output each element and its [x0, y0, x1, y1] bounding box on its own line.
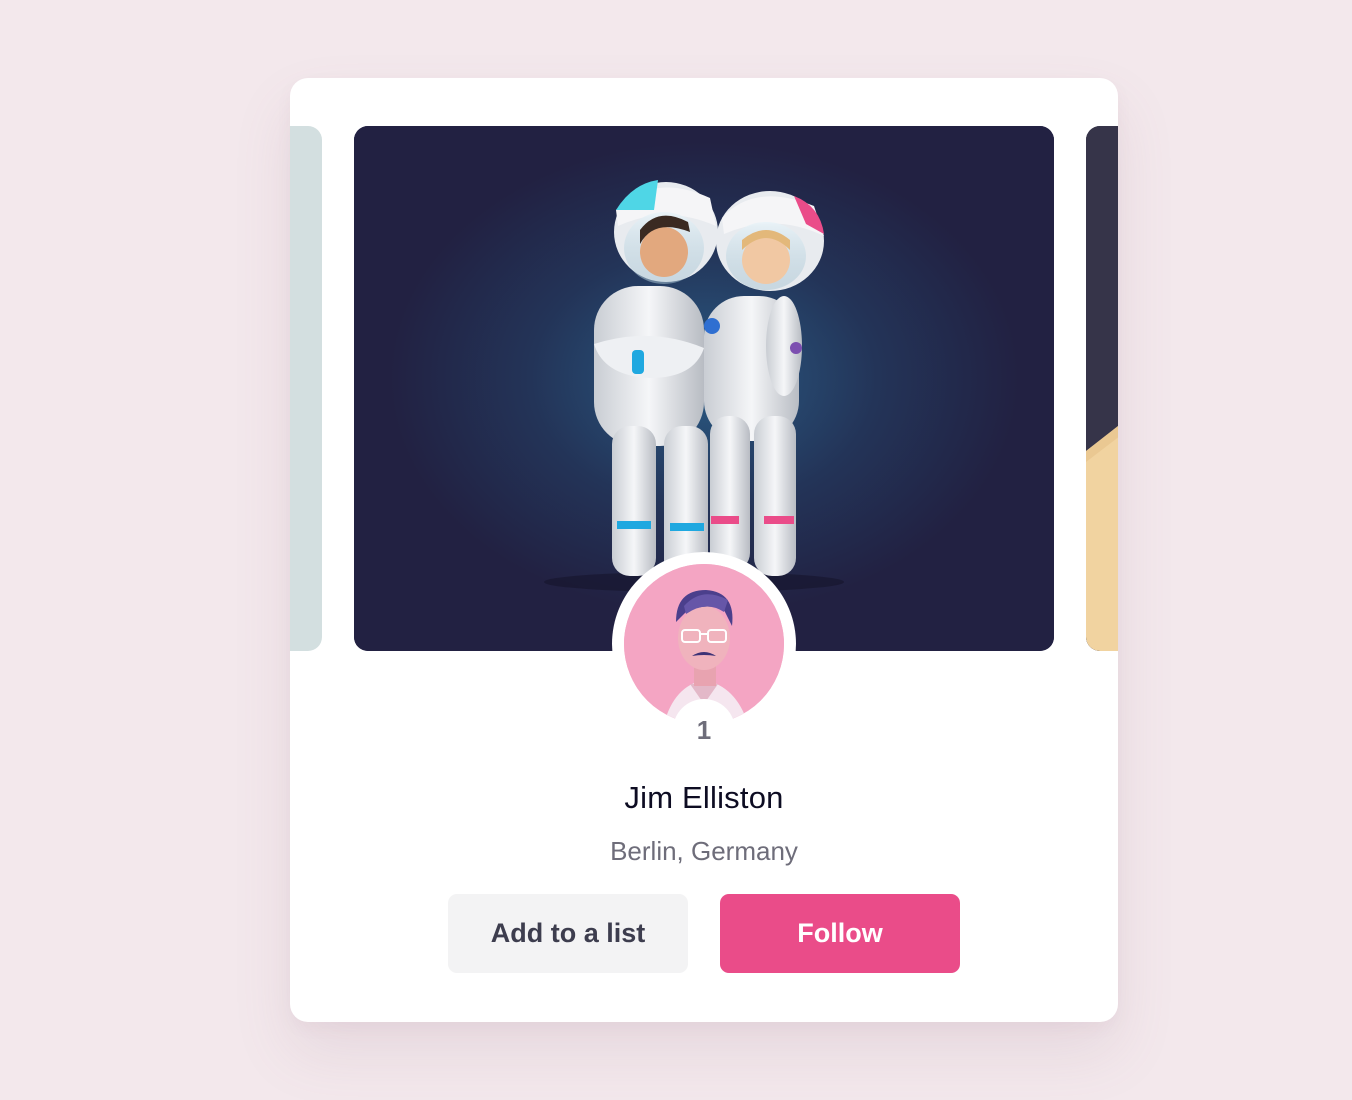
profile-location: Berlin, Germany — [610, 836, 798, 866]
follow-button[interactable]: Follow — [720, 894, 960, 973]
profile-card: 1 Jim Elliston Berlin, Germany Add to a … — [290, 78, 1118, 1022]
add-to-list-button[interactable]: Add to a list — [448, 894, 688, 973]
carousel-previous-slide[interactable] — [290, 126, 322, 651]
carousel-next-slide[interactable] — [1086, 126, 1118, 651]
profile-name[interactable]: Jim Elliston — [290, 780, 1118, 816]
rank-badge: 1 — [673, 699, 735, 761]
rank-number: 1 — [696, 715, 712, 745]
